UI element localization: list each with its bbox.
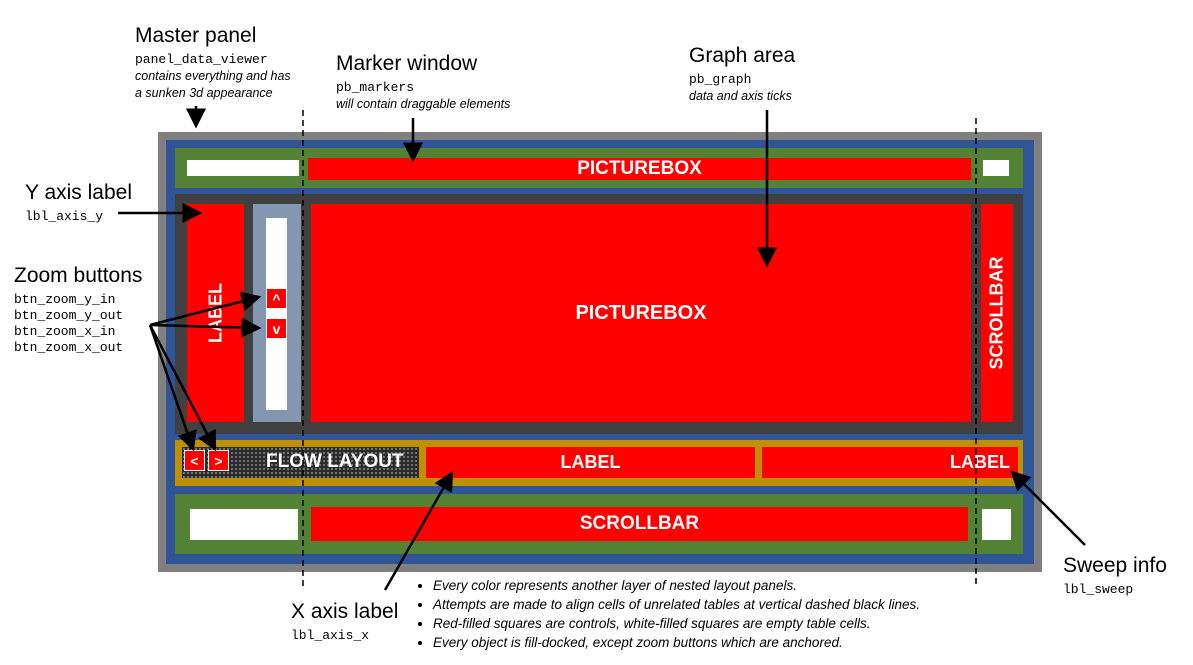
- marker-window-title: Marker window: [336, 52, 478, 75]
- note-item: Every color represents another layer of …: [433, 576, 920, 595]
- zoom-arrow-x-in: [148, 324, 217, 452]
- marker-window-code: pb_markers: [336, 80, 415, 95]
- callout-marker-window: Marker window pb_markers will contain dr…: [336, 52, 510, 113]
- sweep-info-code: lbl_sweep: [1063, 582, 1134, 597]
- master-panel-title: Master panel: [135, 24, 257, 47]
- graph-area-title: Graph area: [689, 44, 796, 67]
- x-axis-label-code: lbl_axis_x: [291, 628, 370, 643]
- graph-area-code: pb_graph: [689, 72, 752, 87]
- x-axis-label-arrow: [383, 470, 454, 591]
- sweep-info-title: Sweep info: [1063, 554, 1167, 577]
- note-item: Attempts are made to align cells of unre…: [433, 595, 920, 614]
- zoom-buttons-title: Zoom buttons: [14, 264, 143, 287]
- zoom-button-code-x-in: btn_zoom_x_in: [14, 324, 116, 339]
- y-axis-label-code: lbl_axis_y: [25, 209, 104, 224]
- callout-graph-area: Graph area pb_graph data and axis ticks: [689, 44, 795, 105]
- callout-x-axis-label: X axis label lbl_axis_x: [291, 600, 398, 644]
- note-item: Red-filled squares are controls, white-f…: [433, 614, 920, 633]
- master-panel-desc-1: contains everything and has: [135, 69, 291, 83]
- graph-area-desc: data and axis ticks: [689, 89, 792, 103]
- zoom-button-code-y-in: btn_zoom_y_in: [14, 292, 116, 307]
- master-panel-desc-2: a sunken 3d appearance: [135, 86, 273, 100]
- notes-list: Every color represents another layer of …: [415, 576, 920, 652]
- zoom-button-code-y-out: btn_zoom_y_out: [14, 308, 124, 323]
- callout-zoom-buttons: Zoom buttons btn_zoom_y_in btn_zoom_y_ou…: [14, 264, 142, 356]
- sweep-info-arrow: [1010, 470, 1086, 546]
- note-item: Every object is fill-docked, except zoom…: [433, 633, 920, 652]
- x-axis-label-title: X axis label: [291, 600, 399, 623]
- callout-y-axis-label: Y axis label lbl_axis_y: [25, 181, 132, 225]
- zoom-arrow-y-in: [149, 291, 262, 327]
- marker-window-desc: will contain draggable elements: [336, 97, 511, 111]
- y-axis-label-title: Y axis label: [25, 181, 133, 204]
- zoom-button-code-x-out: btn_zoom_x_out: [14, 340, 124, 355]
- callout-sweep-info: Sweep info lbl_sweep: [1063, 554, 1167, 598]
- master-panel-code: panel_data_viewer: [135, 52, 268, 67]
- zoom-arrow-x-out: [148, 324, 197, 452]
- zoom-arrow-y-out: [149, 317, 262, 338]
- callout-master-panel: Master panel panel_data_viewer contains …: [135, 24, 291, 102]
